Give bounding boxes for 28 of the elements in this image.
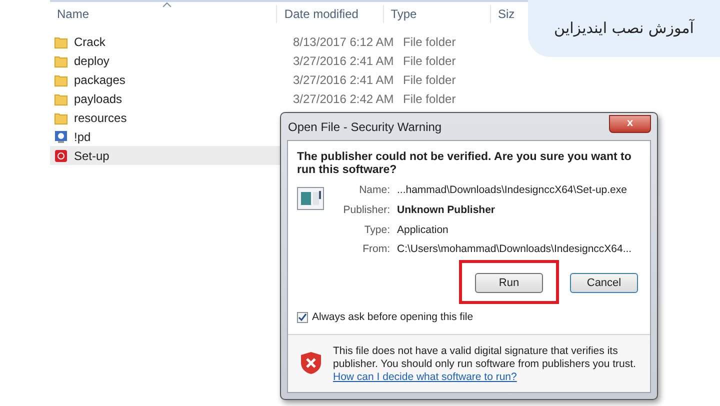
checkbox-label: Always ask before opening this file [312, 310, 474, 325]
field-value: Unknown Publisher [397, 202, 496, 218]
banner-title: آموزش نصب ایندیزاین [554, 18, 694, 40]
field-label: Publisher: [342, 202, 390, 218]
warning-text: This file does not have a valid digital signature that verifies its publisher. You should only run software from publishers you trust. [333, 344, 637, 371]
field-value: C:\Users\mohammad\Downloads\IndesignccX64... [397, 242, 632, 258]
file-name: deploy [74, 52, 110, 70]
file-name: resources [74, 110, 127, 126]
type-cell-text: File folder [402, 72, 457, 88]
file-name: !pd [74, 128, 91, 146]
type-cell-text: File folder [402, 34, 457, 50]
type-cell-text: File folder [402, 90, 457, 108]
dialog-title: Open File - Security Warning [287, 118, 442, 136]
date-cell-text: 3/27/2016 2:42 AM [292, 90, 395, 108]
date-cell-text: 3/27/2016 2:41 AM [292, 72, 395, 88]
file-name: Set-up [74, 148, 110, 164]
type-cell-text: File folder [402, 52, 457, 70]
field-value: Application [397, 222, 450, 238]
field-label: Name: [358, 183, 390, 198]
publisher-question: The publisher could not be verified. Are you sure you want to run this software? [297, 151, 632, 177]
file-name: payloads [74, 90, 122, 108]
file-name: Crack [74, 34, 106, 50]
field-value: ...hammad\Downloads\IndesignccX64\Set-up.exe [397, 183, 628, 198]
field-label: From: [362, 242, 390, 258]
date-cell-text: 8/13/2017 6:12 AM [292, 34, 395, 50]
date-cell-text: 3/27/2016 2:41 AM [292, 52, 395, 70]
file-name: packages [74, 72, 126, 88]
field-label: Type: [363, 222, 390, 238]
